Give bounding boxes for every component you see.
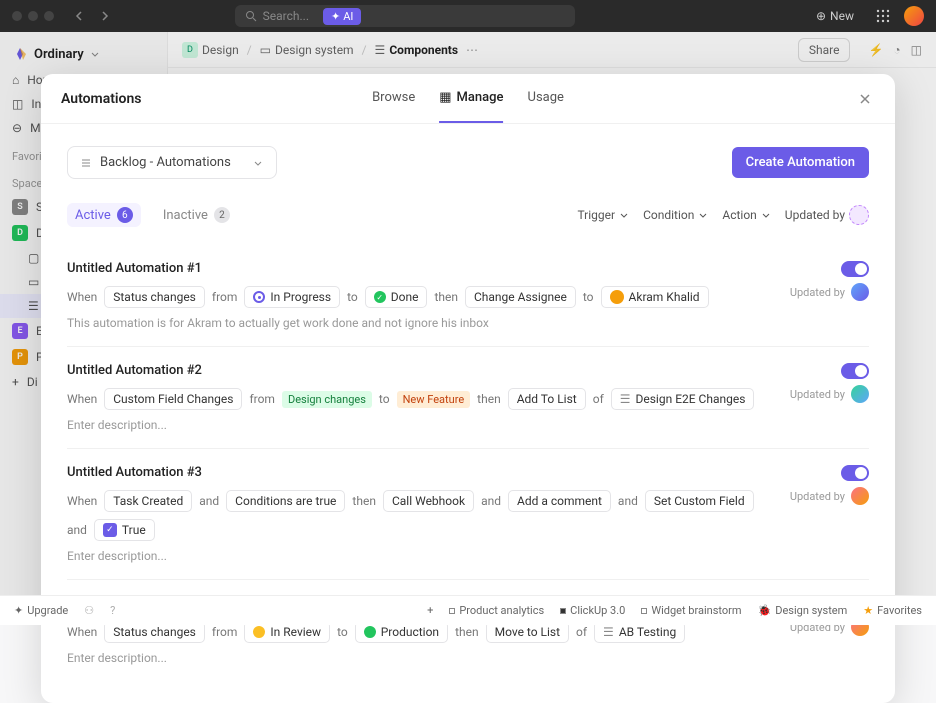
help-icon[interactable]: ? — [110, 604, 115, 617]
search-icon — [245, 10, 257, 22]
apps-icon[interactable] — [874, 7, 892, 25]
close-button[interactable] — [855, 89, 875, 109]
add-icon[interactable]: + — [427, 604, 433, 617]
search-placeholder: Search... — [263, 9, 309, 23]
person-avatar-icon — [610, 290, 624, 304]
close-icon — [858, 92, 872, 106]
automation-description[interactable]: This automation is for Akram to actually… — [67, 316, 770, 330]
automation-description[interactable]: Enter description... — [67, 418, 770, 432]
updater-avatar[interactable] — [851, 283, 869, 301]
enable-toggle[interactable] — [841, 465, 869, 481]
list-icon: ☰ — [603, 625, 614, 639]
modal-title: Automations — [61, 91, 142, 107]
footer-design-system[interactable]: 🐞 Design system — [758, 604, 848, 617]
status-chip[interactable]: ✓Done — [365, 286, 428, 308]
automation-row: Untitled Automation #3 When Task Created… — [67, 449, 869, 580]
action-chip[interactable]: Call Webhook — [383, 490, 474, 512]
automation-title[interactable]: Untitled Automation #2 — [67, 363, 202, 378]
tag-chip[interactable]: New Feature — [397, 391, 471, 408]
status-chip[interactable]: In Progress — [244, 286, 340, 308]
ai-chip[interactable]: ✦ AI — [323, 8, 361, 25]
status-progress-icon — [253, 291, 265, 303]
automation-description[interactable]: Enter description... — [67, 651, 770, 665]
tab-usage[interactable]: Usage — [528, 74, 564, 123]
filter-updated-by[interactable]: Updated by — [785, 205, 869, 225]
updater-avatar[interactable] — [851, 385, 869, 403]
avatar-placeholder-icon — [849, 205, 869, 225]
people-icon[interactable]: ⚇ — [84, 604, 94, 617]
enable-toggle[interactable] — [841, 363, 869, 379]
status-review-icon — [253, 626, 265, 638]
filter-active[interactable]: Active 6 — [67, 203, 141, 227]
create-automation-button[interactable]: Create Automation — [732, 147, 869, 178]
traffic-lights — [12, 11, 54, 21]
trigger-chip[interactable]: Task Created — [104, 490, 192, 512]
action-chip[interactable]: Add To List — [508, 388, 586, 410]
nav-back-button[interactable] — [70, 6, 90, 26]
action-chip[interactable]: Add a comment — [508, 490, 611, 512]
status-production-icon — [364, 626, 376, 638]
filter-action[interactable]: Action — [722, 208, 770, 222]
trigger-chip[interactable]: Custom Field Changes — [104, 388, 242, 410]
search-input[interactable]: Search... ✦ AI — [235, 5, 575, 27]
enable-toggle[interactable] — [841, 261, 869, 277]
list-icon: ☰ — [620, 392, 631, 406]
checkbox-icon: ✓ — [103, 523, 117, 537]
assignee-chip[interactable]: Akram Khalid — [601, 286, 709, 308]
automation-row: Untitled Automation #1 When Status chang… — [67, 245, 869, 347]
new-button[interactable]: ⊕ New — [808, 6, 862, 26]
automation-description[interactable]: Enter description... — [67, 549, 770, 563]
value-chip[interactable]: ✓True — [94, 519, 155, 541]
nav-forward-button[interactable] — [94, 6, 114, 26]
filter-condition[interactable]: Condition — [643, 208, 708, 222]
trigger-chip[interactable]: Status changes — [104, 286, 205, 308]
list-selector[interactable]: Backlog - Automations — [67, 146, 277, 179]
footer-widget[interactable]: Widget brainstorm — [641, 604, 741, 617]
tag-chip[interactable]: Design changes — [282, 391, 372, 408]
footer-favorites[interactable]: ★Favorites — [863, 604, 922, 617]
close-window[interactable] — [12, 11, 22, 21]
tab-manage[interactable]: ▦ Manage — [439, 74, 503, 123]
automation-row: Untitled Automation #2 When Custom Field… — [67, 347, 869, 449]
footer-clickup[interactable]: ClickUp 3.0 — [560, 604, 625, 617]
chevron-down-icon — [252, 157, 264, 169]
user-avatar[interactable] — [904, 6, 924, 26]
automation-title[interactable]: Untitled Automation #3 — [67, 465, 202, 480]
tab-browse[interactable]: Browse — [372, 74, 415, 123]
footer-product-analytics[interactable]: Product analytics — [449, 604, 544, 617]
modal-header: Automations Browse ▦ Manage Usage — [41, 74, 895, 124]
status-done-icon: ✓ — [374, 291, 386, 303]
maximize-window[interactable] — [44, 11, 54, 21]
list-chip[interactable]: ☰Design E2E Changes — [611, 388, 755, 410]
action-chip[interactable]: Set Custom Field — [645, 490, 754, 512]
active-count-badge: 6 — [117, 207, 133, 223]
footer-bar: ✦ Upgrade ⚇ ? + Product analytics ClickU… — [0, 595, 936, 625]
upgrade-button[interactable]: ✦ Upgrade — [14, 604, 68, 617]
list-icon — [80, 157, 92, 169]
condition-chip[interactable]: Conditions are true — [226, 490, 345, 512]
window-titlebar: Search... ✦ AI ⊕ New — [0, 0, 936, 32]
modal-backdrop: Automations Browse ▦ Manage Usage Backlo… — [0, 32, 936, 625]
action-chip[interactable]: Change Assignee — [465, 286, 576, 308]
inactive-count-badge: 2 — [214, 207, 230, 223]
automation-title[interactable]: Untitled Automation #1 — [67, 261, 202, 276]
updater-avatar[interactable] — [851, 487, 869, 505]
minimize-window[interactable] — [28, 11, 38, 21]
filter-inactive[interactable]: Inactive 2 — [155, 203, 238, 227]
filter-trigger[interactable]: Trigger — [577, 208, 629, 222]
